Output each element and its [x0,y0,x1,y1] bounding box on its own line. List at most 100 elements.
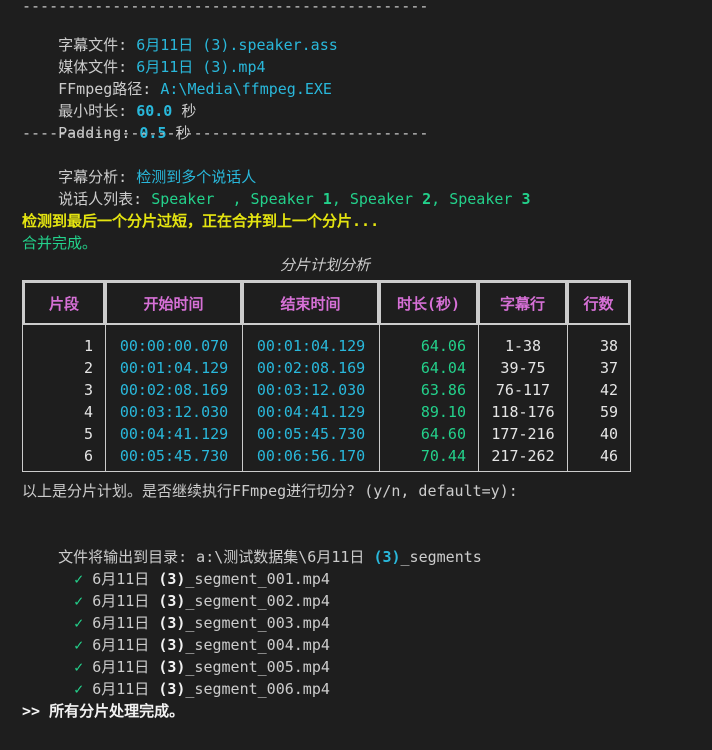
cell-duration: 70.44 [379,445,478,471]
table-row: 2 00:01:04.129 00:02:08.169 64.04 39-75 … [23,357,630,379]
header-end-time: 结束时间 [242,281,379,325]
speaker-2: Speaker [349,190,423,208]
cell-segment: 4 [83,403,93,421]
cell-start: 00:05:45.730 [105,445,242,471]
cell-end: 00:04:41.129 [242,401,379,423]
cell-end: 00:06:56.170 [242,445,379,471]
subtitle-file-value: 6月11日 (3).speaker.ass [136,36,338,54]
file-name-num: (3) [158,636,186,654]
check-icon: ✓ [74,680,84,698]
check-icon: ✓ [74,636,84,654]
cell-duration: 89.10 [379,401,478,423]
file-name-post: _segment_001.mp4 [185,570,330,588]
speaker-sep: , [431,190,450,208]
cell-subtitle-range: 118-176 [478,401,567,423]
cell-segment: 3 [83,381,93,399]
cell-start: 00:01:04.129 [105,357,242,379]
output-dir-prefix: 文件将输出到目录: a:\测试数据集\6月11日 [58,548,374,566]
table-row: 3 00:02:08.169 00:03:12.030 63.86 76-117… [23,379,630,401]
header-start-time: 开始时间 [105,281,242,325]
file-name-pre: 6月11日 [92,614,159,632]
cell-duration: 64.04 [379,357,478,379]
table-row: 5 00:04:41.129 00:05:45.730 64.60 177-21… [23,423,630,445]
output-dir-line: 文件将输出到目录: a:\测试数据集\6月11日 (3)_segments [22,524,702,566]
speaker-sep: , [331,190,350,208]
ffmpeg-path-label: FFmpeg路径: [58,80,161,98]
cell-subtitle-range: 1-38 [478,325,567,357]
check-icon: ✓ [74,614,84,632]
media-file-label: 媒体文件: [58,58,137,76]
check-icon: ✓ [74,592,84,610]
file-name-post: _segment_006.mp4 [185,680,330,698]
terminal-output[interactable]: ----------------------------------------… [22,0,702,722]
check-icon: ✓ [74,570,84,588]
header-line-count: 行数 [567,281,630,325]
file-name-num: (3) [158,680,186,698]
cell-start: 00:03:12.030 [105,401,242,423]
cell-segment: 2 [83,359,93,377]
cell-line-count: 46 [567,445,630,471]
ffmpeg-path-value: A:\Media\ffmpeg.EXE [160,80,332,98]
header-duration: 时长(秒) [379,281,478,325]
cell-end: 00:01:04.129 [242,325,379,357]
cell-duration: 63.86 [379,379,478,401]
speaker-sep: , [223,190,251,208]
analysis-label: 字幕分析: [58,168,137,186]
file-name-pre: 6月11日 [92,570,159,588]
output-dir-num: (3) [373,548,401,566]
table-header-row: 片段 开始时间 结束时间 时长(秒) 字幕行 行数 [23,281,630,325]
media-file-value: 6月11日 (3).mp4 [136,58,266,76]
subtitle-file-label: 字幕文件: [58,36,137,54]
speaker-list-label: 说话人列表: [58,190,152,208]
plan-title: 分片计划分析 [279,256,370,274]
cell-line-count: 59 [567,401,630,423]
speaker-0: Speaker [151,190,224,208]
header-segment: 片段 [23,281,105,325]
file-name-num: (3) [158,614,186,632]
file-name-pre: 6月11日 [92,636,159,654]
cell-subtitle-range: 177-216 [478,423,567,445]
cell-end: 00:02:08.169 [242,357,379,379]
file-name-num: (3) [158,592,186,610]
divider-middle: ----------------------------------------… [22,124,429,142]
subtitle-file-line: 字幕文件: 6月11日 (3).speaker.ass [22,12,702,54]
min-duration-label: 最小时长: [58,102,137,120]
cell-line-count: 42 [567,379,630,401]
speaker-2-num: 2 [422,190,432,208]
file-name-post: _segment_005.mp4 [185,658,330,676]
file-name-post: _segment_003.mp4 [185,614,330,632]
file-name-post: _segment_002.mp4 [185,592,330,610]
cell-line-count: 40 [567,423,630,445]
file-name-post: _segment_004.mp4 [185,636,330,654]
output-dir-suffix: _segments [400,548,482,566]
merge-done: 合并完成。 [22,234,98,252]
cell-end: 00:03:12.030 [242,379,379,401]
cell-start: 00:00:00.070 [105,325,242,357]
cell-start: 00:02:08.169 [105,379,242,401]
cell-subtitle-range: 39-75 [478,357,567,379]
table-row: 1 00:00:00.070 00:01:04.129 64.06 1-38 3… [23,325,630,357]
segment-plan-table: 片段 开始时间 结束时间 时长(秒) 字幕行 行数 1 00:00:00.070… [22,280,631,472]
min-duration-value: 60.0 [136,102,173,120]
cell-end: 00:05:45.730 [242,423,379,445]
speaker-1: Speaker [250,190,323,208]
file-name-pre: 6月11日 [92,680,159,698]
file-name-num: (3) [158,570,186,588]
merge-warning: 检测到最后一个分片过短，正在合并到上一个分片... [22,212,380,230]
cell-start: 00:04:41.129 [105,423,242,445]
continue-prompt: 以上是分片计划。是否继续执行FFmpeg进行切分? (y/n, default=… [22,482,518,500]
cell-duration: 64.06 [379,325,478,357]
cell-segment: 5 [83,425,93,443]
divider-top: ----------------------------------------… [22,1,429,12]
cell-segment: 6 [83,447,93,465]
table-row: 4 00:03:12.030 00:04:41.129 89.10 118-17… [23,401,630,423]
file-name-pre: 6月11日 [92,592,159,610]
check-icon: ✓ [74,658,84,676]
cell-subtitle-range: 76-117 [478,379,567,401]
speaker-3: Speaker [449,190,522,208]
cell-subtitle-range: 217-262 [478,445,567,471]
subtitle-analysis-line: 字幕分析: 检测到多个说话人 [22,144,702,186]
cell-line-count: 37 [567,357,630,379]
table-row: 6 00:05:45.730 00:06:56.170 70.44 217-26… [23,445,630,471]
